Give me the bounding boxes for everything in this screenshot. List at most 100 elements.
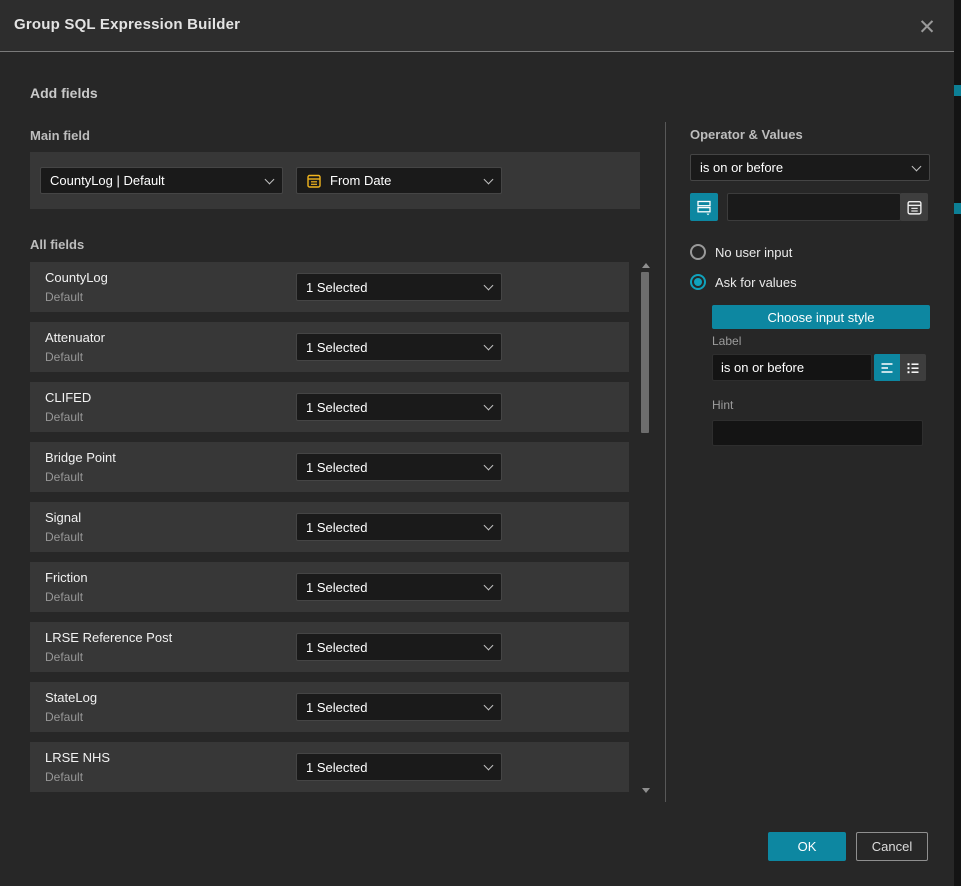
field-selected-dropdown[interactable]: 1 Selected [296, 393, 502, 421]
field-sublabel: Default [45, 590, 83, 604]
add-fields-heading: Add fields [30, 85, 98, 101]
main-field-select-value: From Date [330, 173, 391, 188]
field-row: Bridge Point Default 1 Selected [30, 442, 629, 492]
radio-label: Ask for values [715, 275, 797, 290]
panel-divider [665, 122, 666, 802]
scrollbar-thumb[interactable] [641, 272, 649, 433]
field-selected-value: 1 Selected [306, 700, 367, 715]
value-input[interactable] [727, 193, 901, 221]
radio-unselected-icon [690, 244, 706, 260]
title-bar: Group SQL Expression Builder ✕ [0, 0, 954, 52]
radio-label: No user input [715, 245, 792, 260]
field-selected-value: 1 Selected [306, 460, 367, 475]
dialog-title: Group SQL Expression Builder [14, 16, 240, 33]
values-list-icon [695, 198, 713, 216]
radio-no-user-input[interactable]: No user input [690, 244, 792, 260]
chevron-down-icon [265, 174, 275, 184]
field-selected-value: 1 Selected [306, 400, 367, 415]
all-fields-heading: All fields [30, 237, 84, 252]
field-sublabel: Default [45, 290, 83, 304]
field-selected-value: 1 Selected [306, 340, 367, 355]
date-picker-button[interactable] [900, 193, 928, 221]
hint-input[interactable] [712, 420, 923, 446]
calendar-icon [306, 173, 322, 189]
field-name: CLIFED [45, 390, 91, 405]
field-selected-dropdown[interactable]: 1 Selected [296, 273, 502, 301]
app-edge-fragment [954, 203, 961, 214]
operator-select[interactable]: is on or before [690, 154, 930, 181]
field-selected-dropdown[interactable]: 1 Selected [296, 333, 502, 361]
app-edge-fragment [954, 85, 961, 96]
chevron-down-icon [912, 161, 922, 171]
cancel-button[interactable]: Cancel [856, 832, 928, 861]
date-picker-calendar-icon [906, 199, 923, 216]
chevron-down-icon [484, 761, 494, 771]
field-sublabel: Default [45, 710, 83, 724]
chevron-down-icon [484, 521, 494, 531]
field-selected-dropdown[interactable]: 1 Selected [296, 633, 502, 661]
field-name: StateLog [45, 690, 97, 705]
align-left-style-button[interactable] [874, 354, 900, 381]
all-fields-list: CountyLog Default 1 Selected Attenuator … [30, 262, 629, 802]
field-sublabel: Default [45, 770, 83, 784]
ok-button[interactable]: OK [768, 832, 846, 861]
hint-caption: Hint [712, 398, 733, 412]
layer-select-value: CountyLog | Default [50, 173, 165, 188]
field-name: LRSE Reference Post [45, 630, 172, 645]
label-input[interactable] [712, 354, 872, 381]
values-source-button[interactable] [690, 193, 718, 221]
scroll-up-icon[interactable] [642, 263, 650, 268]
radio-ask-for-values[interactable]: Ask for values [690, 274, 797, 290]
field-selected-dropdown[interactable]: 1 Selected [296, 753, 502, 781]
chevron-down-icon [484, 341, 494, 351]
field-row: StateLog Default 1 Selected [30, 682, 629, 732]
field-name: LRSE NHS [45, 750, 110, 765]
bulleted-list-style-button[interactable] [900, 354, 926, 381]
field-sublabel: Default [45, 470, 83, 484]
chevron-down-icon [484, 581, 494, 591]
field-selected-dropdown[interactable]: 1 Selected [296, 453, 502, 481]
align-left-icon [879, 360, 895, 376]
layer-select[interactable]: CountyLog | Default [40, 167, 283, 194]
bulleted-list-icon [905, 360, 921, 376]
field-selected-value: 1 Selected [306, 280, 367, 295]
scrollbar[interactable] [641, 262, 650, 795]
field-sublabel: Default [45, 410, 83, 424]
chevron-down-icon [484, 174, 494, 184]
field-row: Signal Default 1 Selected [30, 502, 629, 552]
field-selected-dropdown[interactable]: 1 Selected [296, 693, 502, 721]
field-sublabel: Default [45, 650, 83, 664]
field-row: CLIFED Default 1 Selected [30, 382, 629, 432]
chevron-down-icon [484, 701, 494, 711]
field-name: CountyLog [45, 270, 108, 285]
chevron-down-icon [484, 281, 494, 291]
field-selected-dropdown[interactable]: 1 Selected [296, 513, 502, 541]
field-selected-value: 1 Selected [306, 640, 367, 655]
operator-select-value: is on or before [700, 160, 783, 175]
field-row: Attenuator Default 1 Selected [30, 322, 629, 372]
field-row: LRSE Reference Post Default 1 Selected [30, 622, 629, 672]
field-row: LRSE NHS Default 1 Selected [30, 742, 629, 792]
field-sublabel: Default [45, 350, 83, 364]
field-sublabel: Default [45, 530, 83, 544]
chevron-down-icon [484, 461, 494, 471]
app-edge-strip [954, 0, 961, 886]
field-selected-dropdown[interactable]: 1 Selected [296, 573, 502, 601]
chevron-down-icon [484, 401, 494, 411]
field-name: Attenuator [45, 330, 105, 345]
choose-input-style-button[interactable]: Choose input style [712, 305, 930, 329]
scroll-down-icon[interactable] [642, 788, 650, 793]
field-selected-value: 1 Selected [306, 520, 367, 535]
field-name: Bridge Point [45, 450, 116, 465]
main-field-select[interactable]: From Date [296, 167, 502, 194]
close-button[interactable]: ✕ [912, 12, 942, 42]
field-name: Signal [45, 510, 81, 525]
field-name: Friction [45, 570, 88, 585]
main-field-panel: CountyLog | Default From Date [30, 152, 640, 209]
field-row: Friction Default 1 Selected [30, 562, 629, 612]
label-caption: Label [712, 334, 741, 348]
field-selected-value: 1 Selected [306, 580, 367, 595]
field-row: CountyLog Default 1 Selected [30, 262, 629, 312]
field-selected-value: 1 Selected [306, 760, 367, 775]
chevron-down-icon [484, 641, 494, 651]
